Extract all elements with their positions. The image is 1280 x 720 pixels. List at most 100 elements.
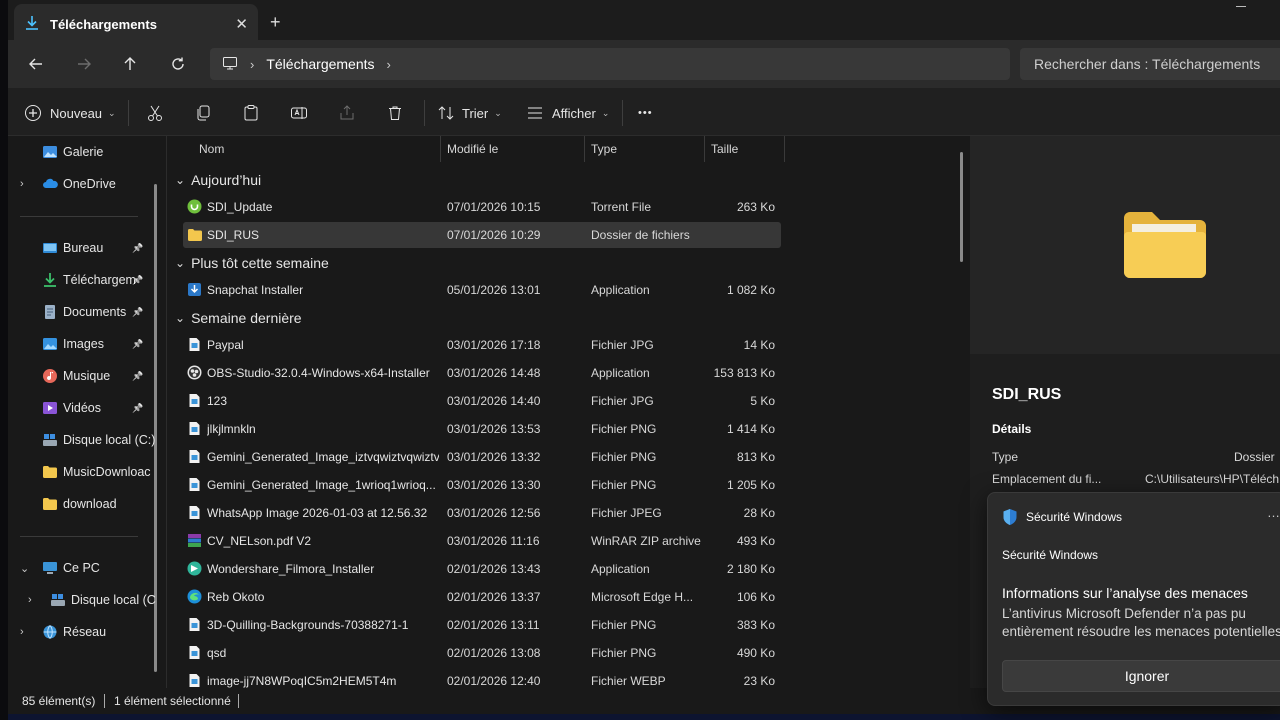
cut-button[interactable] — [146, 102, 164, 124]
tab-downloads[interactable]: Téléchargements ✕ — [14, 4, 258, 44]
chevron-down-icon[interactable]: ⌄ — [175, 256, 185, 270]
group-header[interactable]: ⌄ Semaine dernière — [175, 310, 302, 326]
security-notification[interactable]: Sécurité Windows … Sécurité Windows Info… — [987, 492, 1280, 706]
file-type: Fichier PNG — [591, 646, 657, 660]
chevron-right-icon[interactable]: › — [20, 178, 24, 190]
new-tab-button[interactable]: + — [270, 12, 281, 33]
copy-button[interactable] — [194, 102, 212, 124]
file-name: image-jj7N8WPoqIC5m2HEM5T4m — [207, 674, 397, 688]
file-row[interactable]: Gemini_Generated_Image_1wrioq1wrioq... 03… — [183, 472, 781, 498]
close-tab-icon[interactable]: ✕ — [235, 15, 248, 33]
view-button[interactable]: Afficher ⌄ — [526, 102, 609, 124]
image-file-icon — [187, 393, 202, 408]
divider — [104, 694, 105, 708]
file-row[interactable]: Wondershare_Filmora_Installer 02/01/2026 … — [183, 556, 781, 582]
file-row[interactable]: SDI_Update 07/01/2026 10:15 Torrent File 26… — [183, 194, 781, 220]
file-row[interactable]: Gemini_Generated_Image_iztvqwiztvqwiztv 0… — [183, 444, 781, 470]
breadcrumb-chevron-icon[interactable]: › — [250, 57, 254, 72]
sidebar-item-musique[interactable]: Musique 📌 — [8, 362, 158, 390]
image-file-icon — [187, 477, 202, 492]
pin-icon[interactable]: 📌 — [132, 307, 143, 318]
file-row[interactable]: Paypal 03/01/2026 17:18 Fichier JPG 14 Ko — [183, 332, 781, 358]
back-button[interactable] — [24, 52, 48, 76]
file-name: Wondershare_Filmora_Installer — [207, 562, 375, 576]
file-size: 14 Ko — [743, 338, 775, 352]
minimize-icon[interactable] — [1236, 6, 1246, 7]
pin-icon[interactable]: 📌 — [132, 243, 143, 254]
breadcrumb-downloads[interactable]: Téléchargements — [266, 56, 374, 72]
folder-preview-icon — [1124, 212, 1206, 278]
more-options-icon[interactable]: … — [1267, 505, 1280, 520]
column-header-name[interactable]: Nom — [199, 136, 224, 162]
search-input[interactable]: Rechercher dans : Téléchargements — [1020, 48, 1280, 80]
file-row[interactable]: 3D-Quilling-Backgrounds-70388271-1 02/01/… — [183, 612, 781, 638]
share-button[interactable] — [338, 102, 356, 124]
file-name: Reb Okoto — [207, 590, 265, 604]
file-type: Fichier PNG — [591, 422, 657, 436]
file-modified: 02/01/2026 13:43 — [447, 562, 541, 576]
refresh-button[interactable] — [166, 52, 190, 76]
column-header-modified[interactable]: Modifié le — [447, 136, 498, 162]
file-row[interactable]: OBS-Studio-32.0.4-Windows-x64-Installer 0… — [183, 360, 781, 386]
file-row[interactable]: CV_NELson.pdf V2 03/01/2026 11:16 WinRAR Z… — [183, 528, 781, 554]
sidebar-item-vid-os[interactable]: Vidéos 📌 — [8, 394, 158, 422]
rename-icon — [291, 107, 307, 119]
chevron-down-icon[interactable]: ⌄ — [175, 311, 185, 325]
more-options-button[interactable]: ••• — [638, 102, 653, 124]
sidebar-item-ce-pc[interactable]: ⌄ Ce PC — [8, 554, 158, 582]
file-name: 3D-Quilling-Backgrounds-70388271-1 — [207, 618, 409, 632]
paste-button[interactable] — [242, 102, 260, 124]
sort-button[interactable]: Trier ⌄ — [438, 102, 502, 124]
monitor-icon[interactable] — [222, 55, 238, 74]
sidebar-item-images[interactable]: Images 📌 — [8, 330, 158, 358]
file-name: Snapchat Installer — [207, 283, 304, 297]
breadcrumb-chevron-icon[interactable]: › — [387, 57, 391, 72]
sidebar-item-galerie[interactable]: Galerie — [8, 138, 158, 166]
sidebar-item-musicdownloac[interactable]: MusicDownloac — [8, 458, 158, 486]
pin-icon[interactable]: 📌 — [132, 403, 143, 414]
forward-button[interactable] — [72, 52, 96, 76]
ignore-button[interactable]: Ignorer — [1002, 660, 1280, 692]
file-type: Fichier JPG — [591, 394, 654, 408]
sidebar-item-r-seau[interactable]: › Réseau — [8, 618, 158, 646]
group-header[interactable]: ⌄ Plus tôt cette semaine — [175, 255, 329, 271]
file-row[interactable]: jlkjlmnkln 03/01/2026 13:53 Fichier PNG 1 4… — [183, 416, 781, 442]
file-list-scrollbar[interactable] — [960, 152, 963, 262]
up-button[interactable] — [118, 52, 142, 76]
delete-button[interactable] — [386, 102, 404, 124]
sidebar-item-onedrive[interactable]: › OneDrive — [8, 170, 158, 198]
chevron-right-icon[interactable]: › — [28, 594, 32, 606]
column-divider[interactable] — [440, 136, 441, 162]
file-row[interactable]: Reb Okoto 02/01/2026 13:37 Microsoft Edge … — [183, 584, 781, 610]
column-header-size[interactable]: Taille — [711, 136, 738, 162]
sidebar-item-disque-local-c-[interactable]: Disque local (C:) — [8, 426, 158, 454]
file-row[interactable]: WhatsApp Image 2026-01-03 at 12.56.32 03/… — [183, 500, 781, 526]
sidebar-item-documents[interactable]: Documents 📌 — [8, 298, 158, 326]
chevron-down-icon[interactable]: ⌄ — [175, 173, 185, 187]
column-divider[interactable] — [584, 136, 585, 162]
column-divider[interactable] — [784, 136, 785, 162]
pin-icon[interactable]: 📌 — [132, 339, 143, 350]
file-row[interactable]: SDI_RUS 07/01/2026 10:29 Dossier de fichie… — [183, 222, 781, 248]
download-icon — [42, 272, 58, 288]
file-row[interactable]: 123 03/01/2026 14:40 Fichier JPG 5 Ko — [183, 388, 781, 414]
pin-icon[interactable]: 📌 — [132, 371, 143, 382]
address-bar[interactable]: › Téléchargements › — [210, 48, 1010, 80]
column-header-type[interactable]: Type — [591, 136, 617, 162]
sidebar-item-t-l-chargem[interactable]: Téléchargem 📌 — [8, 266, 158, 294]
sidebar-item-label: Réseau — [63, 625, 107, 639]
new-button[interactable]: Nouveau ⌄ — [24, 102, 116, 124]
divider — [128, 100, 129, 126]
chevron-right-icon[interactable]: › — [20, 626, 24, 638]
sidebar-item-disque-local-c[interactable]: › Disque local (C — [8, 586, 158, 614]
column-divider[interactable] — [704, 136, 705, 162]
rename-button[interactable] — [290, 102, 308, 124]
chevron-down-icon[interactable]: ⌄ — [20, 562, 29, 575]
file-row[interactable]: Snapchat Installer 05/01/2026 13:01 Applic… — [183, 277, 781, 303]
group-header[interactable]: ⌄ Aujourd’hui — [175, 172, 261, 188]
sidebar-item-bureau[interactable]: Bureau 📌 — [8, 234, 158, 262]
pin-icon[interactable]: 📌 — [132, 275, 143, 286]
sidebar-item-label: MusicDownloac — [63, 465, 151, 479]
file-row[interactable]: qsd 02/01/2026 13:08 Fichier PNG 490 Ko — [183, 640, 781, 666]
sidebar-item-download[interactable]: download — [8, 490, 158, 518]
